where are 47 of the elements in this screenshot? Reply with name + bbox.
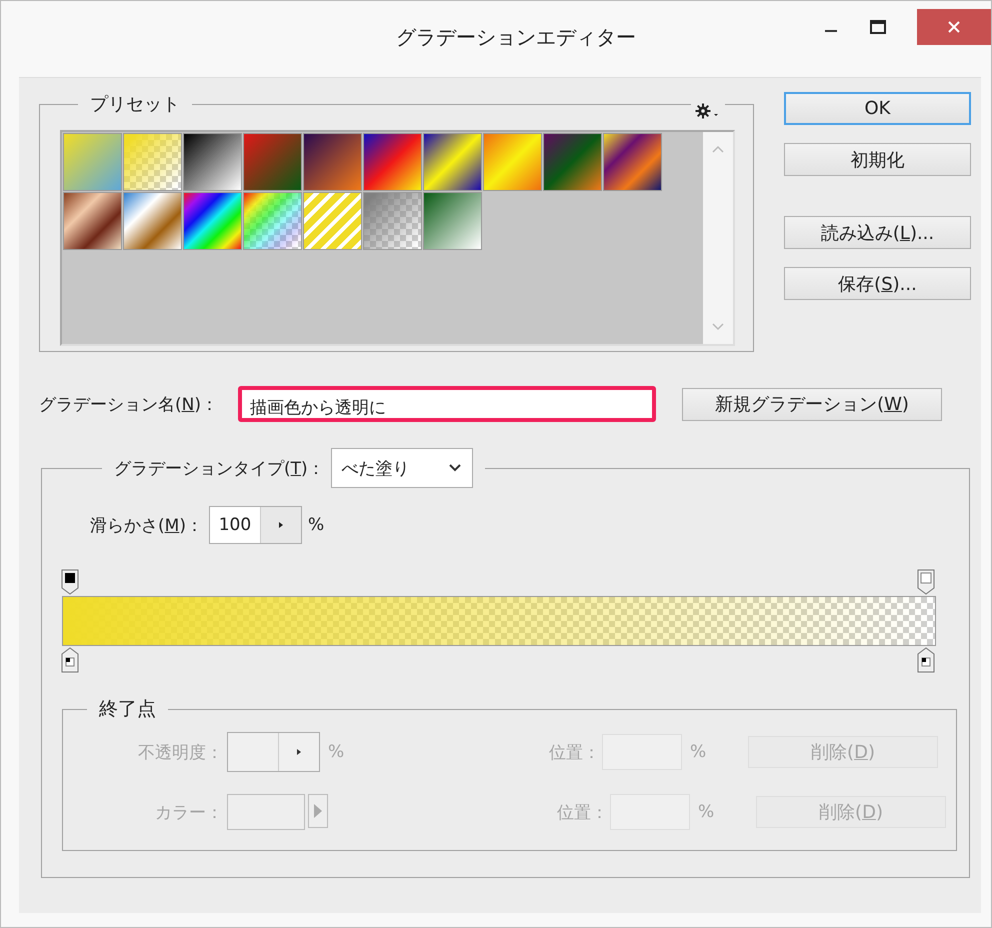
position-label: 位置： — [548, 742, 600, 764]
stops-label: 終了点 — [98, 697, 157, 722]
percent-label: % — [697, 802, 716, 822]
smoothness-field[interactable]: 100 — [208, 506, 302, 544]
gradient-swatch[interactable] — [243, 192, 302, 250]
percent-label: % — [308, 515, 324, 535]
percent-label: % — [689, 742, 708, 762]
percent-label: % — [327, 742, 346, 762]
gradient-swatch[interactable] — [63, 133, 122, 191]
gradient-swatch[interactable] — [543, 133, 602, 191]
gradient-swatch[interactable] — [483, 133, 542, 191]
position-label: 位置： — [556, 802, 608, 824]
gradient-swatch[interactable] — [123, 192, 182, 250]
dialog-button[interactable]: 読み込み(L)... — [784, 216, 971, 249]
opacity-stop-icon[interactable] — [60, 568, 80, 596]
gradient-name-field[interactable]: 描画色から透明に — [238, 386, 656, 422]
gradient-swatch[interactable] — [303, 192, 362, 250]
stop-field-label: 不透明度： — [137, 742, 223, 764]
gradient-swatch[interactable] — [63, 192, 122, 250]
dialog-button[interactable]: 初期化 — [784, 143, 971, 176]
color-stop-icon[interactable] — [60, 646, 80, 674]
chevron-down-icon — [448, 463, 462, 473]
stop-field-label: カラー： — [154, 802, 223, 824]
gradient-swatch[interactable] — [603, 133, 662, 191]
new-gradient-button[interactable]: 新規グラデーション(W) — [682, 388, 942, 420]
gradient-name-label: グラデーション名(N)： — [39, 394, 218, 416]
gradient-swatch[interactable] — [183, 192, 242, 250]
gradient-swatch[interactable] — [123, 133, 182, 191]
gradient-swatch[interactable] — [363, 192, 422, 250]
gradient-swatch[interactable] — [423, 192, 482, 250]
ok-button[interactable]: OK — [784, 92, 971, 125]
dialog-button[interactable]: 保存(S)... — [784, 267, 971, 300]
gradient-swatch[interactable] — [183, 133, 242, 191]
color-stop-icon[interactable] — [916, 646, 936, 674]
gradient-type-dropdown[interactable]: べた塗り — [330, 448, 473, 488]
presets-label: プリセット — [89, 93, 181, 116]
maximize-icon[interactable] — [869, 19, 887, 35]
gradient-swatch[interactable] — [243, 133, 302, 191]
play-icon — [295, 748, 303, 756]
gradient-swatch[interactable] — [363, 133, 422, 191]
window-title: グラデーションエディター — [396, 24, 636, 50]
play-icon — [276, 521, 285, 529]
close-icon — [947, 20, 961, 34]
gradient-swatch[interactable] — [423, 133, 482, 191]
smoothness-label: 滑らかさ(M)： — [90, 514, 203, 536]
gradient-swatch[interactable] — [303, 133, 362, 191]
gradient-type-label: グラデーションタイプ(T)： — [114, 458, 325, 480]
